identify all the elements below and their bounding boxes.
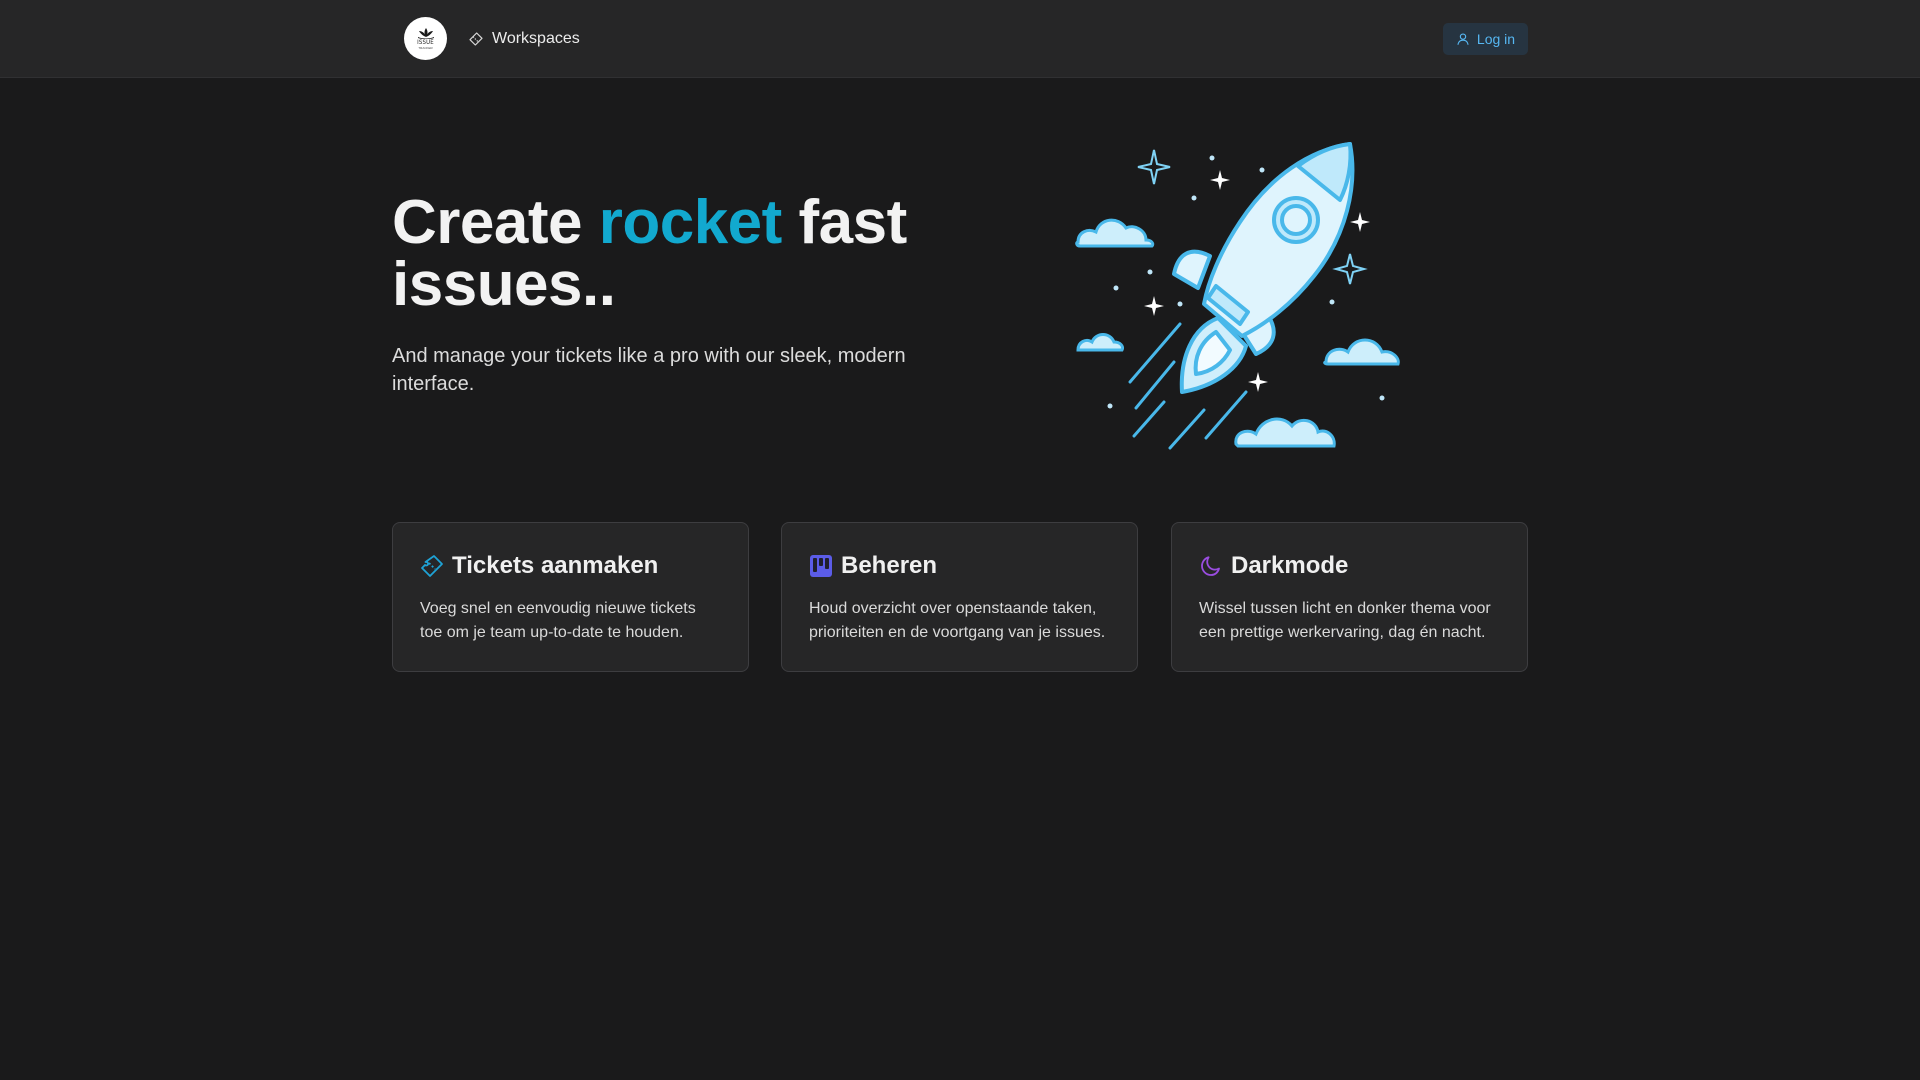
nav-workspaces-label: Workspaces <box>492 30 580 47</box>
rocket-left-fin <box>1172 249 1212 290</box>
navbar: ISSUE TRACKER Workspaces Log in <box>0 0 1920 78</box>
cloud-top-left <box>1075 218 1155 248</box>
rocket-window-inner <box>1280 204 1312 236</box>
rocket <box>1172 142 1355 394</box>
feature-card-text: Wissel tussen licht en donker thema voor… <box>1199 600 1491 641</box>
moon-icon <box>1201 556 1220 576</box>
feature-card-header: Tickets aanmaken <box>420 551 721 581</box>
nav-workspaces-link[interactable]: Workspaces <box>468 27 580 51</box>
feature-card-title: Tickets aanmaken <box>452 552 659 579</box>
feature-card-title: Beheren <box>841 552 938 579</box>
feature-card-text: Voeg snel en eenvoudig nieuwe tickets to… <box>420 600 696 641</box>
login-button[interactable]: Log in <box>1443 23 1528 55</box>
feature-card-header: Beheren <box>809 551 1110 581</box>
feature-cards: Tickets aanmaken Voeg snel en eenvoudig … <box>392 522 1528 672</box>
navbar-inner: ISSUE TRACKER Workspaces Log in <box>392 0 1528 78</box>
hero-title-before: Create <box>392 188 599 257</box>
hero-title-accent: rocket <box>598 188 783 257</box>
feature-card-title: Darkmode <box>1231 552 1349 579</box>
rocket-launch-illustration <box>1075 142 1400 450</box>
kanban-icon <box>810 555 832 577</box>
login-label: Log in <box>1476 31 1516 47</box>
user-icon <box>1457 33 1469 45</box>
lotus-icon <box>417 27 434 39</box>
ticket-icon <box>421 555 443 577</box>
cloud-bottom <box>1234 417 1336 448</box>
feature-card-header: Darkmode <box>1199 551 1500 581</box>
feature-card-darkmode: Darkmode Wissel tussen licht en donker t… <box>1171 522 1528 672</box>
cloud-right <box>1323 338 1400 366</box>
feature-card-text: Houd overzicht over openstaande taken, p… <box>809 600 1106 641</box>
hero-subtitle: And manage your tickets like a pro with … <box>392 345 906 395</box>
hero-title: Create rocket fast issues.. <box>392 192 952 316</box>
logo-subtext: TRACKER <box>418 45 433 50</box>
feature-card-tickets: Tickets aanmaken Voeg snel en eenvoudig … <box>392 522 749 672</box>
feature-card-manage: Beheren Houd overzicht over openstaande … <box>781 522 1138 672</box>
logo[interactable]: ISSUE TRACKER <box>404 17 447 60</box>
ticket-icon <box>469 32 483 46</box>
cloud-mid-left <box>1076 333 1124 352</box>
